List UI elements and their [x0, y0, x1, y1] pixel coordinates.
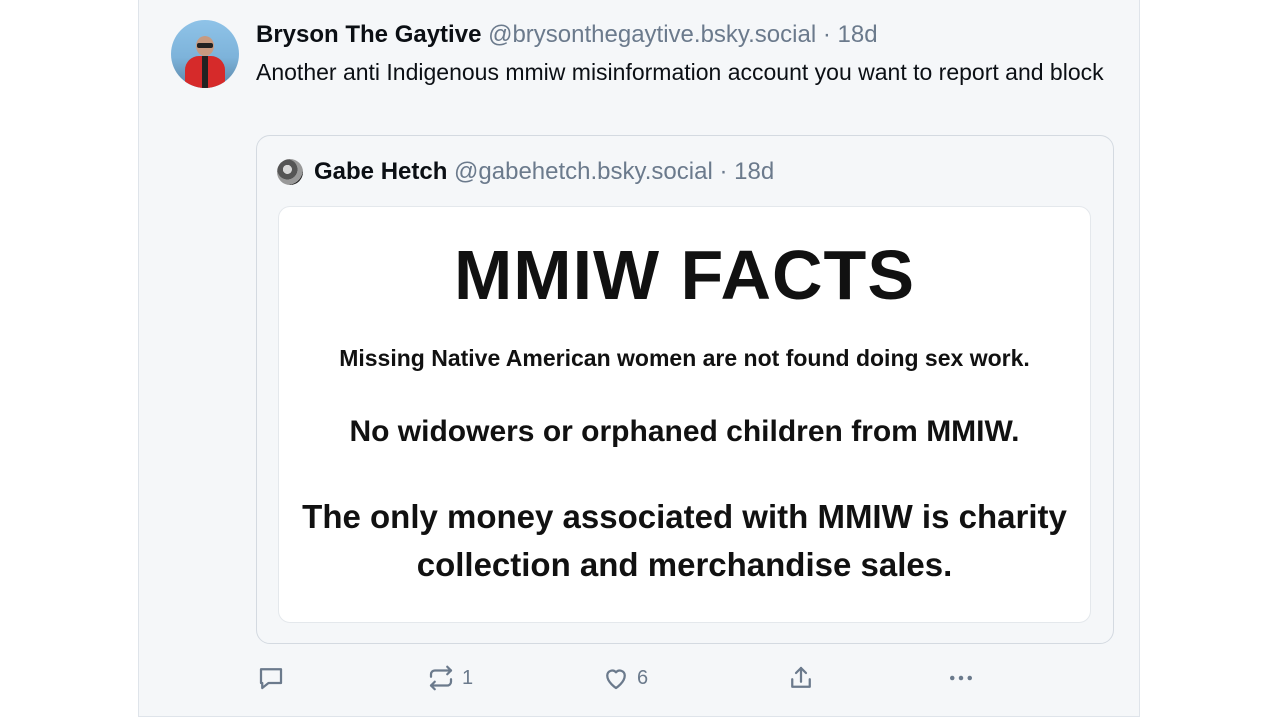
- heart-icon: [606, 669, 626, 690]
- post-card[interactable]: Bryson The Gaytive @brysonthegaytive.bsk…: [138, 0, 1140, 717]
- quoted-post-header: Gabe Hetch @gabehetch.bsky.social · 18d: [314, 156, 774, 188]
- image-line-3: The only money associated with MMIW is c…: [302, 498, 1067, 583]
- like-count: 6: [637, 666, 649, 689]
- quoted-author-name[interactable]: Gabe Hetch: [314, 158, 447, 185]
- repost-count: 1: [462, 666, 474, 689]
- header-separator: ·: [822, 21, 831, 48]
- reply-button[interactable]: [256, 660, 286, 696]
- author-avatar[interactable]: [171, 20, 239, 88]
- post-header: Bryson The Gaytive @brysonthegaytive.bsk…: [256, 20, 878, 50]
- quoted-post-timestamp[interactable]: 18d: [734, 158, 774, 185]
- quoted-author-handle[interactable]: @gabehetch.bsky.social: [454, 158, 713, 185]
- more-options-button[interactable]: [946, 660, 976, 696]
- share-button[interactable]: [786, 660, 816, 696]
- share-icon: [791, 666, 811, 688]
- post-timestamp[interactable]: 18d: [838, 21, 878, 48]
- repost-button[interactable]: 1: [426, 660, 473, 696]
- post-actions: 1 6: [256, 660, 1116, 696]
- quoted-header-separator: ·: [719, 158, 728, 185]
- repost-icon: [429, 665, 453, 691]
- image-line-2: No widowers or orphaned children from MM…: [349, 415, 1020, 448]
- quoted-author-avatar[interactable]: [277, 159, 303, 185]
- more-icon: [950, 675, 972, 681]
- author-handle[interactable]: @brysonthegaytive.bsky.social: [488, 21, 816, 48]
- image-line-1: Missing Native American women are not fo…: [339, 345, 1030, 371]
- quoted-post[interactable]: Gabe Hetch @gabehetch.bsky.social · 18d …: [256, 135, 1114, 644]
- author-name[interactable]: Bryson The Gaytive: [256, 21, 481, 48]
- quoted-post-image[interactable]: MMIW FACTS Missing Native American women…: [278, 206, 1091, 623]
- image-title: MMIW FACTS: [453, 236, 916, 314]
- post-text: Another anti Indigenous mmiw misinformat…: [256, 59, 1104, 85]
- like-button[interactable]: 6: [601, 660, 648, 696]
- comment-icon: [259, 668, 283, 690]
